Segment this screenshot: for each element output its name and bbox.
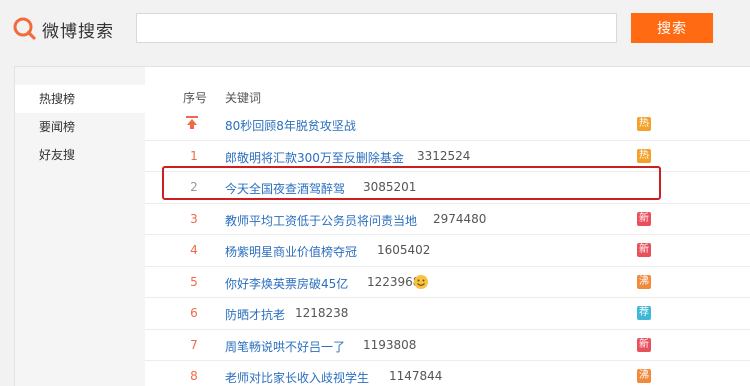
table-row: 2 今天全国夜查酒驾醉驾 3085201 (145, 172, 750, 204)
keyword-link[interactable]: 你好李焕英票房破45亿 (225, 275, 348, 292)
keyword-link[interactable]: 老师对比家长收入歧视学生 (225, 369, 369, 386)
hot-search-list: 80秒回顾8年脱贫攻坚战 热 1 郎敬明将汇款300万至反删除基金 331252… (145, 109, 750, 386)
table-header: 序号 关键词 (145, 85, 750, 109)
table-row: 7 周笔畅说哄不好吕一了 1193808 新 (145, 330, 750, 361)
emoji-icon (413, 274, 429, 290)
weibo-search-logo[interactable]: 微博搜索 (12, 15, 114, 43)
search-count: 1193808 (363, 337, 417, 352)
sidebar-item-friends[interactable]: 好友搜 (15, 141, 145, 169)
table-row: 5 你好李焕英票房破45亿 1223968 沸 (145, 267, 750, 298)
recommend-badge: 荐 (637, 306, 651, 320)
search-input[interactable] (136, 13, 617, 43)
table-row: 3 教师平均工资低于公务员将问责当地 2974480 新 (145, 204, 750, 235)
sidebar-item-hot-search[interactable]: 热搜榜 (15, 85, 145, 113)
sidebar: 热搜榜 要闻榜 好友搜 (15, 67, 145, 386)
search-count: 1605402 (377, 243, 431, 257)
content-panel: 热搜榜 要闻榜 好友搜 序号 关键词 80秒回顾8年脱贫攻坚战 热 1 郎敬明将… (14, 66, 750, 386)
sidebar-item-news[interactable]: 要闻榜 (15, 113, 145, 141)
keyword-link[interactable]: 郎敬明将汇款300万至反删除基金 (225, 149, 404, 166)
search-button[interactable]: 搜索 (631, 13, 713, 43)
hot-badge: 热 (637, 117, 651, 131)
search-count: 2974480 (433, 211, 487, 226)
keyword-link[interactable]: 防晒才抗老 (225, 306, 285, 323)
search-count: 1147844 (389, 369, 443, 383)
boiling-badge: 沸 (637, 274, 651, 289)
pin-top-icon (185, 115, 199, 134)
logo-text: 微博搜索 (42, 21, 114, 42)
new-badge: 新 (637, 337, 651, 352)
keyword-link[interactable]: 80秒回顾8年脱贫攻坚战 (225, 117, 356, 134)
search-count: 3312524 (417, 148, 471, 163)
table-row: 8 老师对比家长收入歧视学生 1147844 沸 (145, 361, 750, 386)
keyword-link[interactable]: 教师平均工资低于公务员将问责当地 (225, 212, 417, 229)
boiling-badge: 沸 (637, 369, 651, 383)
table-row: 1 郎敬明将汇款300万至反删除基金 3312524 热 (145, 141, 750, 172)
search-logo-icon (12, 16, 38, 42)
keyword-link[interactable]: 今天全国夜查酒驾醉驾 (225, 180, 345, 197)
table-row: 4 杨紫明星商业价值榜夺冠 1605402 新 (145, 235, 750, 267)
search-count: 3085201 (363, 180, 417, 194)
keyword-column-header: 关键词 (225, 91, 262, 105)
rank-column-header: 序号 (183, 91, 208, 105)
new-badge: 新 (637, 211, 651, 226)
search-count: 1218238 (295, 306, 349, 320)
top-bar: 微博搜索 搜索 (0, 0, 750, 62)
table-row: 6 防晒才抗老 1218238 荐 (145, 298, 750, 330)
keyword-link[interactable]: 杨紫明星商业价值榜夺冠 (225, 243, 357, 260)
table-row: 80秒回顾8年脱贫攻坚战 热 (145, 109, 750, 141)
new-badge: 新 (637, 243, 651, 257)
hot-badge: 热 (637, 148, 651, 163)
keyword-link[interactable]: 周笔畅说哄不好吕一了 (225, 338, 345, 355)
